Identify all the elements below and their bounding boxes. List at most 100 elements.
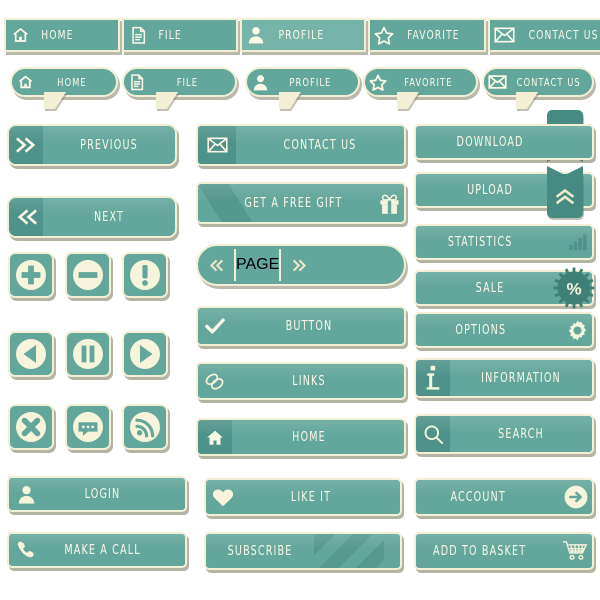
- bubble-tail: [279, 92, 301, 109]
- contact-us-button[interactable]: CONTACT US: [196, 124, 406, 166]
- button-label: MAKE A CALL: [64, 542, 141, 558]
- nav-item-label: PROFILE: [278, 28, 325, 42]
- gift-icon: [374, 192, 404, 215]
- nav-item-label: FAVORITE: [407, 28, 460, 42]
- icon-button-close[interactable]: [8, 404, 54, 450]
- account-button[interactable]: ACCOUNT: [414, 478, 594, 516]
- nav-item-home[interactable]: HOME: [4, 18, 120, 52]
- ui-kit-canvas: HOME FILE PROFILE FAVORITE CONTACT US HO…: [0, 0, 600, 600]
- button-generic[interactable]: BUTTON: [196, 306, 406, 346]
- nav-item-label: HOME: [41, 28, 74, 42]
- bubble-profile[interactable]: PROFILE: [245, 67, 360, 109]
- user-icon: [247, 74, 273, 91]
- button-label: ADD TO BASKET: [433, 543, 527, 559]
- bubble-contact-us[interactable]: CONTACT US: [482, 67, 594, 109]
- gear-icon: [562, 319, 592, 342]
- nav-item-contact-us[interactable]: CONTACT US: [488, 18, 600, 52]
- make-a-call-button[interactable]: MAKE A CALL: [7, 532, 187, 568]
- page-next-button[interactable]: [281, 246, 317, 284]
- links-button[interactable]: LINKS: [196, 362, 406, 400]
- button-label: STATISTICS: [447, 234, 513, 250]
- bubble-label: PROFILE: [289, 75, 332, 89]
- button-label: LINKS: [292, 373, 326, 389]
- button-label: SUBSCRIBE: [227, 543, 293, 559]
- icon-button-pause[interactable]: [65, 331, 111, 377]
- button-label: CONTACT US: [283, 137, 357, 153]
- page-label: PAGE: [236, 256, 280, 273]
- nav-item-file[interactable]: FILE: [122, 18, 238, 52]
- chain-link-icon: [198, 371, 232, 392]
- add-to-basket-button[interactable]: ADD TO BASKET: [414, 532, 594, 570]
- previous-button[interactable]: PREVIOUS: [7, 124, 177, 166]
- plus-icon: [14, 258, 48, 292]
- button-label: GET A FREE GIFT: [244, 195, 343, 211]
- statistics-button[interactable]: STATISTICS: [414, 224, 594, 260]
- double-chevron-left-icon: [9, 198, 43, 236]
- button-label: LOGIN: [84, 486, 121, 502]
- envelope-icon: [490, 27, 518, 43]
- search-icon: [416, 416, 450, 452]
- like-it-button[interactable]: LIKE IT: [204, 478, 402, 516]
- minus-icon: [71, 258, 105, 292]
- exclamation-icon: [128, 258, 162, 292]
- close-icon: [14, 410, 48, 444]
- button-label: INFORMATION: [481, 370, 561, 386]
- icon-button-play[interactable]: [122, 331, 168, 377]
- bubble-tail: [44, 92, 66, 109]
- rss-icon: [128, 410, 162, 444]
- button-label: NEXT: [93, 209, 125, 225]
- information-button[interactable]: INFORMATION: [414, 358, 594, 398]
- pause-icon: [71, 337, 105, 371]
- page-pagination-control[interactable]: PAGE: [196, 244, 406, 286]
- options-button[interactable]: OPTIONS: [414, 312, 594, 348]
- bar-chart-icon: [564, 233, 592, 251]
- bubble-favorite[interactable]: FAVORITE: [363, 67, 478, 109]
- shine-stripes: [314, 534, 384, 568]
- nav-item-favorite[interactable]: FAVORITE: [368, 18, 486, 52]
- bubble-home[interactable]: HOME: [10, 67, 118, 109]
- icon-button-plus[interactable]: [8, 252, 54, 298]
- percent-badge-icon[interactable]: %: [552, 266, 595, 309]
- download-button[interactable]: DOWNLOAD: [414, 124, 594, 160]
- next-button[interactable]: NEXT: [7, 196, 177, 238]
- heart-icon: [206, 487, 240, 507]
- previous-arrow-icon: [14, 337, 48, 371]
- icon-button-minus[interactable]: [65, 252, 111, 298]
- bubble-tail: [156, 92, 178, 109]
- nav-item-profile[interactable]: PROFILE: [240, 18, 366, 52]
- icon-button-previous-arrow[interactable]: [8, 331, 54, 377]
- button-label: DOWNLOAD: [456, 134, 524, 150]
- home-icon: [198, 420, 232, 454]
- bubble-label: HOME: [57, 75, 87, 89]
- get-a-free-gift-button[interactable]: GET A FREE GIFT: [196, 182, 406, 224]
- upload-badge[interactable]: [547, 166, 583, 218]
- subscribe-button[interactable]: SUBSCRIBE: [204, 532, 402, 570]
- button-label: HOME: [292, 429, 326, 445]
- bubble-label: FAVORITE: [404, 75, 453, 89]
- login-button[interactable]: LOGIN: [7, 476, 187, 512]
- page-prev-button[interactable]: [198, 246, 234, 284]
- user-icon: [9, 485, 43, 504]
- bubble-tail: [397, 92, 419, 109]
- button-label: OPTIONS: [455, 322, 507, 338]
- envelope-icon: [484, 75, 510, 89]
- bubble-tail: [516, 92, 538, 109]
- svg-text:%: %: [566, 279, 581, 298]
- icon-button-chat[interactable]: [65, 404, 111, 450]
- nav-item-label: FILE: [158, 28, 182, 42]
- play-icon: [128, 337, 162, 371]
- star-icon: [370, 26, 398, 45]
- envelope-icon: [198, 126, 236, 164]
- chat-icon: [71, 410, 105, 444]
- file-icon: [124, 74, 150, 91]
- button-label: BUTTON: [285, 318, 333, 334]
- search-button[interactable]: SEARCH: [414, 414, 594, 454]
- button-label: LIKE IT: [290, 489, 332, 505]
- arrow-right-circle-icon: [560, 484, 592, 510]
- icon-button-alert[interactable]: [122, 252, 168, 298]
- home-button[interactable]: HOME: [196, 418, 406, 456]
- top-navigation-bar: HOME FILE PROFILE FAVORITE CONTACT US: [4, 18, 600, 52]
- icon-button-rss[interactable]: [122, 404, 168, 450]
- check-icon: [198, 317, 232, 335]
- bubble-file[interactable]: FILE: [122, 67, 237, 109]
